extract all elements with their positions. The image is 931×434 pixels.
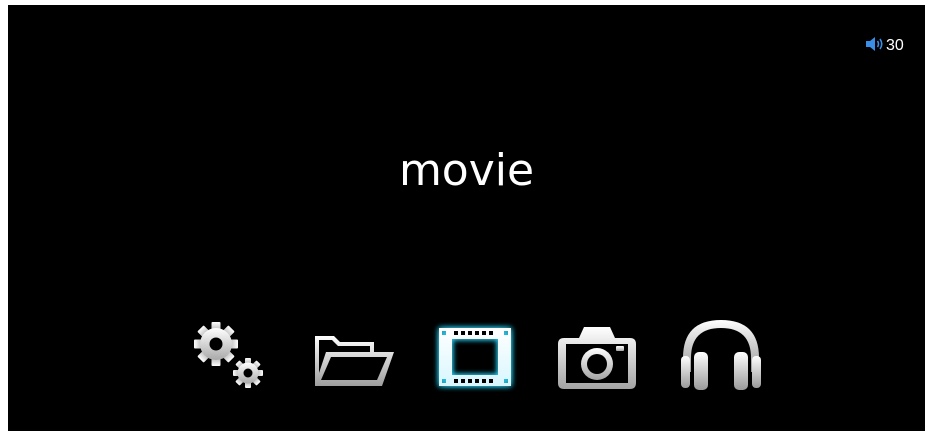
film-strip-icon[interactable] bbox=[432, 322, 518, 392]
headphones-icon[interactable] bbox=[673, 312, 769, 392]
speaker-icon bbox=[866, 37, 883, 51]
folder-open-icon[interactable] bbox=[312, 333, 396, 389]
volume-value: 30 bbox=[886, 36, 904, 54]
gears-icon[interactable] bbox=[192, 318, 268, 390]
selected-item-title: movie bbox=[398, 145, 535, 196]
media-player-screen: 30 movie bbox=[8, 5, 925, 431]
volume-indicator: 30 bbox=[865, 34, 904, 54]
camera-icon[interactable] bbox=[554, 323, 640, 391]
